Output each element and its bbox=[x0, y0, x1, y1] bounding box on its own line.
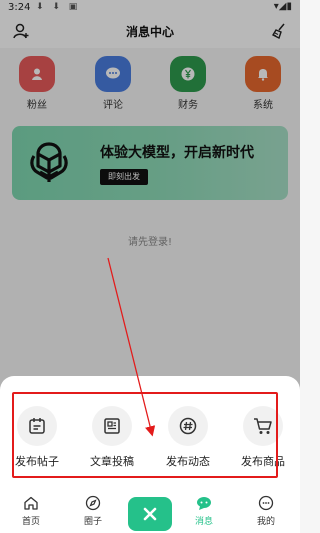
tab-label: 圈子 bbox=[83, 517, 102, 527]
home-icon bbox=[21, 495, 41, 511]
tab-label: 消息 bbox=[194, 517, 213, 527]
annotation-highlight-box bbox=[12, 392, 278, 478]
close-publish-button[interactable] bbox=[128, 497, 172, 531]
tab-messages[interactable]: 消息 bbox=[181, 495, 227, 527]
tab-profile[interactable]: 我的 bbox=[243, 495, 289, 527]
tab-circle[interactable]: 圈子 bbox=[70, 495, 116, 527]
close-icon bbox=[143, 507, 157, 521]
tab-label: 我的 bbox=[256, 517, 275, 527]
tab-label: 首页 bbox=[21, 517, 40, 527]
profile-icon bbox=[256, 495, 276, 511]
compass-icon bbox=[83, 495, 103, 511]
message-icon bbox=[194, 495, 214, 511]
tab-home[interactable]: 首页 bbox=[8, 495, 54, 527]
